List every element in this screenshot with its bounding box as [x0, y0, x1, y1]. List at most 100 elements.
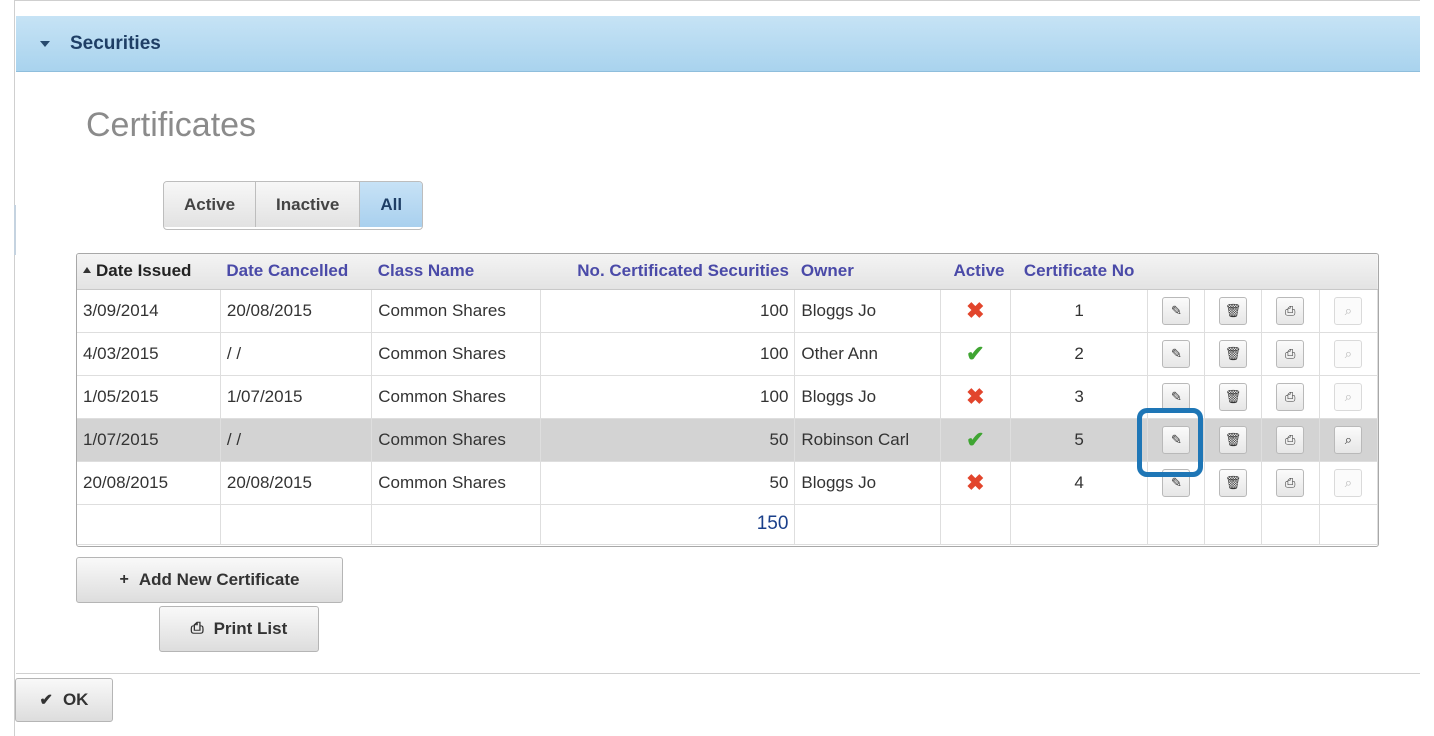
footer-divider	[16, 673, 1420, 674]
delete-button[interactable]: 🗑	[1219, 425, 1248, 454]
print-list-button[interactable]: ⎙ Print List	[159, 606, 319, 652]
magnifier-icon: ⌕	[1344, 474, 1353, 490]
view-button: ⌕	[1334, 339, 1363, 368]
cell-date-cancelled: 1/07/2015	[220, 375, 373, 419]
delete-button[interactable]: 🗑	[1219, 468, 1248, 497]
edit-button[interactable]: ✎	[1162, 382, 1191, 411]
column-header-print	[1261, 254, 1320, 290]
view-button: ⌕	[1334, 468, 1363, 497]
cell-owner: Other Ann	[794, 332, 941, 376]
cell-class-name: Common Shares	[371, 375, 541, 419]
magnifier-icon: ⌕	[1344, 345, 1353, 361]
printer-icon: ⎙	[1285, 431, 1296, 447]
filter-toggle-group: Active Inactive All	[163, 181, 424, 230]
cell-class-name: Common Shares	[371, 332, 541, 376]
edit-button[interactable]: ✎	[1162, 339, 1191, 368]
securities-panel-header[interactable]: Securities	[16, 16, 1420, 72]
pencil-icon: ✎	[1170, 388, 1182, 404]
cell-securities: 100	[540, 332, 796, 376]
add-new-certificate-button[interactable]: + Add New Certificate	[76, 557, 343, 603]
add-new-certificate-label: Add New Certificate	[138, 570, 300, 589]
print-button[interactable]: ⎙	[1276, 296, 1305, 325]
certificates-table: Date Issued Date Cancelled Class Name No…	[76, 253, 1379, 547]
cell-owner: Bloggs Jo	[794, 375, 941, 419]
checkmark-icon: ✔	[39, 692, 53, 709]
view-button: ⌕	[1334, 382, 1363, 411]
cell-edit-button: ✎	[1147, 332, 1206, 376]
column-header-class-name[interactable]: Class Name	[371, 254, 541, 290]
table-row[interactable]: 4/03/2015/ / Common Shares 100 Other Ann ✔ 2 ✎…	[77, 332, 1378, 376]
column-header-active[interactable]: Active	[940, 254, 1011, 290]
delete-button[interactable]: 🗑	[1219, 382, 1248, 411]
print-button[interactable]: ⎙	[1276, 382, 1305, 411]
cell-securities: 100	[540, 289, 796, 333]
cell-securities: 100	[540, 375, 796, 419]
table-row[interactable]: 3/09/2014 20/08/2015 Common Shares 100 Blogg…	[77, 289, 1378, 333]
print-button[interactable]: ⎙	[1276, 468, 1305, 497]
sort-ascending-icon	[83, 266, 91, 273]
cell-certificate-no: 5	[1010, 418, 1149, 462]
edit-button[interactable]: ✎	[1162, 296, 1191, 325]
cell-view-button: ⌕	[1319, 461, 1378, 505]
column-header-owner[interactable]: Owner	[794, 254, 941, 290]
column-header-view	[1319, 254, 1378, 290]
column-header-date-issued[interactable]: Date Issued	[77, 254, 221, 290]
column-header-date-cancelled[interactable]: Date Cancelled	[220, 254, 372, 290]
cell-print-button: ⎙	[1261, 418, 1320, 462]
column-header-certificate-no[interactable]: Certificate No	[1010, 254, 1148, 290]
printer-icon: ⎙	[190, 620, 204, 637]
edit-button-highlight	[1137, 408, 1203, 477]
view-button[interactable]: ⌕	[1334, 425, 1363, 454]
cell-active: ✖	[940, 375, 1011, 419]
filter-inactive-button[interactable]: Inactive	[256, 182, 361, 227]
cell-certificate-no: 1	[1010, 289, 1149, 333]
column-header-edit	[1147, 254, 1205, 290]
printer-icon: ⎙	[1285, 388, 1296, 404]
filter-all-button[interactable]: All	[360, 182, 423, 227]
print-list-label: Print List	[213, 619, 288, 638]
table-header-row: Date Issued Date Cancelled Class Name No…	[77, 254, 1378, 290]
active-check-icon: ✔	[966, 426, 985, 452]
plus-icon: +	[119, 571, 129, 588]
delete-button[interactable]: 🗑	[1219, 296, 1248, 325]
pencil-icon: ✎	[1170, 345, 1182, 361]
cell-date-cancelled: / /	[220, 418, 373, 462]
cell-view-button: ⌕	[1319, 332, 1378, 376]
cell-active: ✔	[940, 332, 1011, 376]
cell-view-button: ⌕	[1319, 289, 1378, 333]
cell-active: ✖	[940, 461, 1011, 505]
active-check-icon: ✔	[966, 340, 985, 366]
cell-date-issued: 3/09/2014	[77, 289, 221, 333]
cell-delete-button: 🗑	[1204, 332, 1262, 376]
cell-certificate-no: 3	[1010, 375, 1149, 419]
print-button[interactable]: ⎙	[1276, 339, 1305, 368]
cell-date-issued: 1/07/2015	[77, 418, 221, 462]
cell-owner: Bloggs Jo	[794, 461, 941, 505]
column-header-securities[interactable]: No. Certificated Securities	[540, 254, 795, 290]
panel-title: Securities	[70, 32, 161, 54]
cell-print-button: ⎙	[1261, 461, 1320, 505]
inactive-cross-icon: ✖	[966, 469, 985, 495]
magnifier-icon: ⌕	[1344, 302, 1353, 318]
cell-class-name: Common Shares	[371, 418, 541, 462]
cell-class-name: Common Shares	[371, 461, 541, 505]
collapse-caret-icon[interactable]	[40, 40, 50, 47]
cell-delete-button: 🗑	[1204, 375, 1262, 419]
cell-delete-button: 🗑	[1204, 418, 1262, 462]
delete-button[interactable]: 🗑	[1219, 339, 1248, 368]
print-button[interactable]: ⎙	[1276, 425, 1305, 454]
inactive-cross-icon: ✖	[966, 383, 985, 409]
filter-active-button[interactable]: Active	[164, 182, 257, 227]
printer-icon: ⎙	[1285, 302, 1296, 318]
table-footer-row: 150	[77, 504, 1378, 545]
ok-button[interactable]: ✔ OK	[15, 678, 113, 722]
cell-date-cancelled: / /	[220, 332, 373, 376]
cell-securities: 50	[540, 418, 796, 462]
trash-icon: 🗑	[1224, 345, 1242, 361]
printer-icon: ⎙	[1285, 474, 1296, 490]
cell-print-button: ⎙	[1261, 332, 1320, 376]
column-header-delete	[1204, 254, 1262, 290]
cell-date-issued: 1/05/2015	[77, 375, 221, 419]
cell-view-button: ⌕	[1319, 375, 1378, 419]
cell-view-button: ⌕	[1319, 418, 1378, 462]
